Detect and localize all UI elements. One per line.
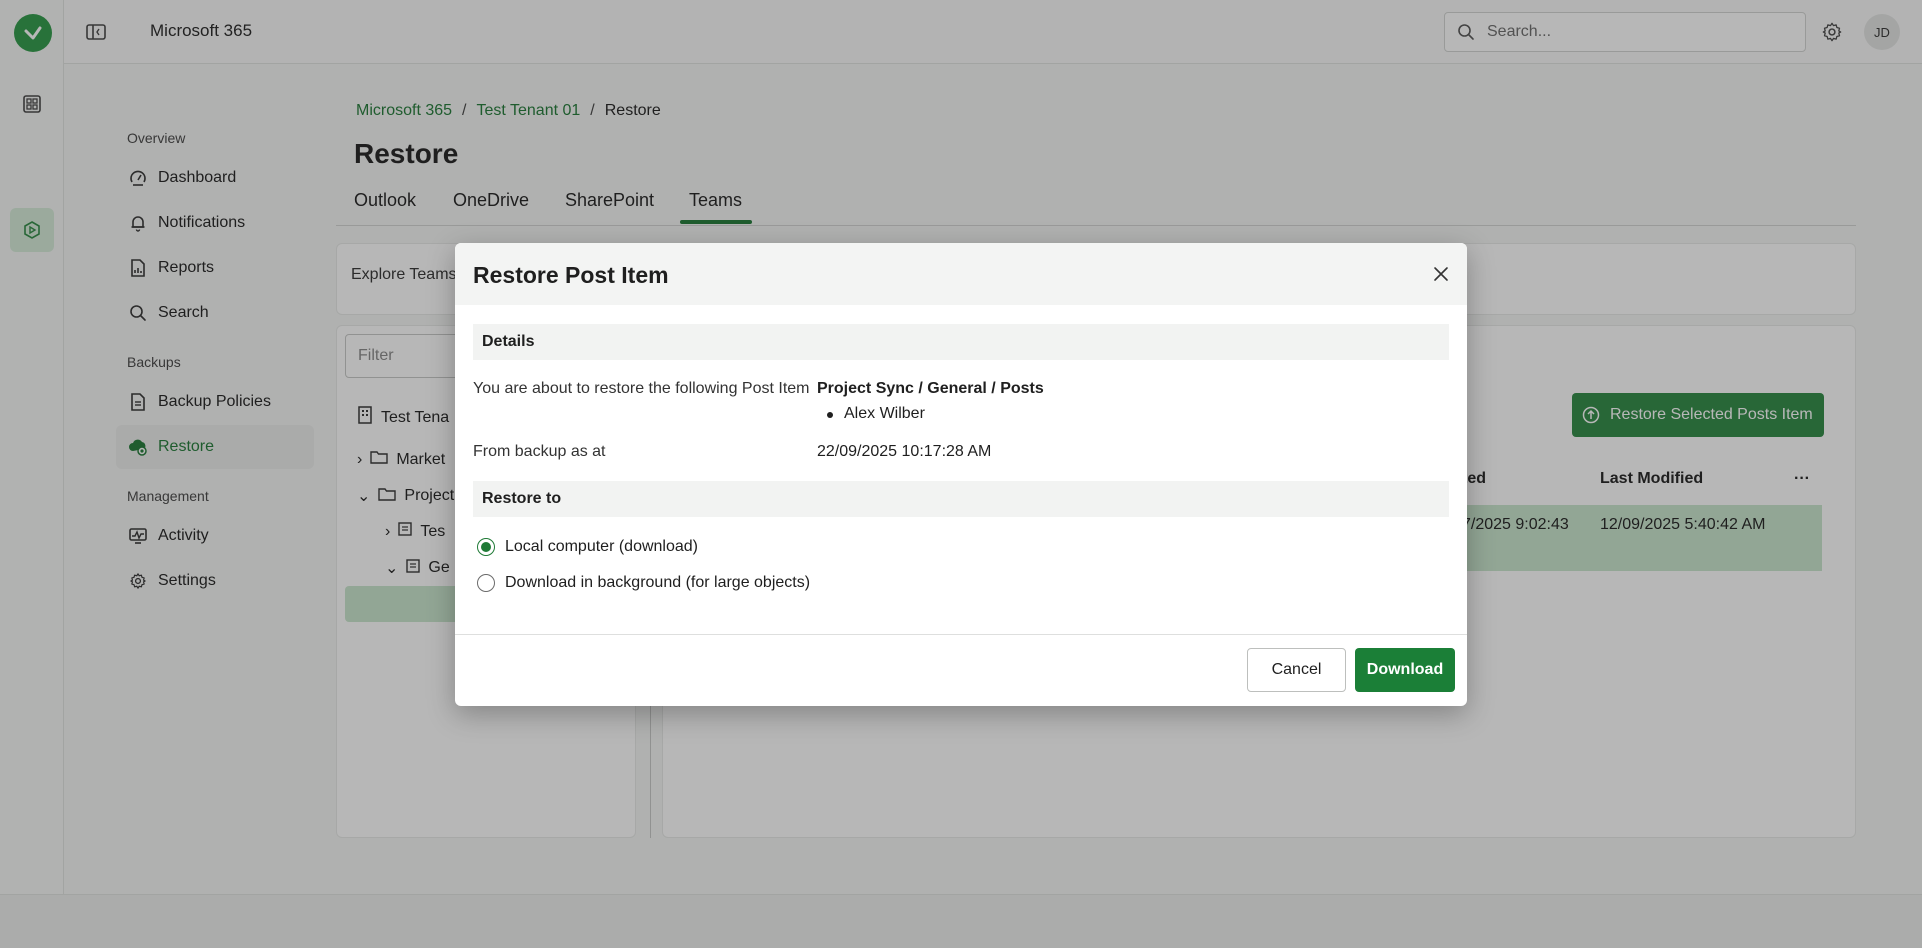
restore-to-heading: Restore to [473, 481, 1449, 517]
download-button[interactable]: Download [1355, 648, 1455, 692]
radio-download-background[interactable] [477, 574, 495, 592]
backup-date-label: From backup as at [473, 443, 606, 460]
restore-item-path: Project Sync / General / Posts [817, 380, 1044, 397]
option-local-computer[interactable]: Local computer (download) [477, 538, 698, 556]
radio-local-computer[interactable] [477, 538, 495, 556]
details-heading: Details [473, 324, 1449, 360]
bullet-dot [827, 412, 833, 418]
restore-item-label: You are about to restore the following P… [473, 380, 810, 397]
dialog-header: Restore Post Item [455, 243, 1467, 305]
restore-item-author: Alex Wilber [844, 405, 925, 422]
option-download-background[interactable]: Download in background (for large object… [477, 574, 810, 592]
backup-date-value: 22/09/2025 10:17:28 AM [817, 443, 992, 460]
dialog-footer-divider [455, 634, 1467, 635]
option-label: Local computer (download) [505, 538, 698, 555]
cancel-button[interactable]: Cancel [1247, 648, 1346, 692]
dialog-title: Restore Post Item [473, 262, 669, 288]
restore-post-item-dialog: Restore Post Item Details You are about … [455, 243, 1467, 706]
close-icon[interactable] [1429, 262, 1453, 286]
option-label: Download in background (for large object… [505, 574, 811, 591]
